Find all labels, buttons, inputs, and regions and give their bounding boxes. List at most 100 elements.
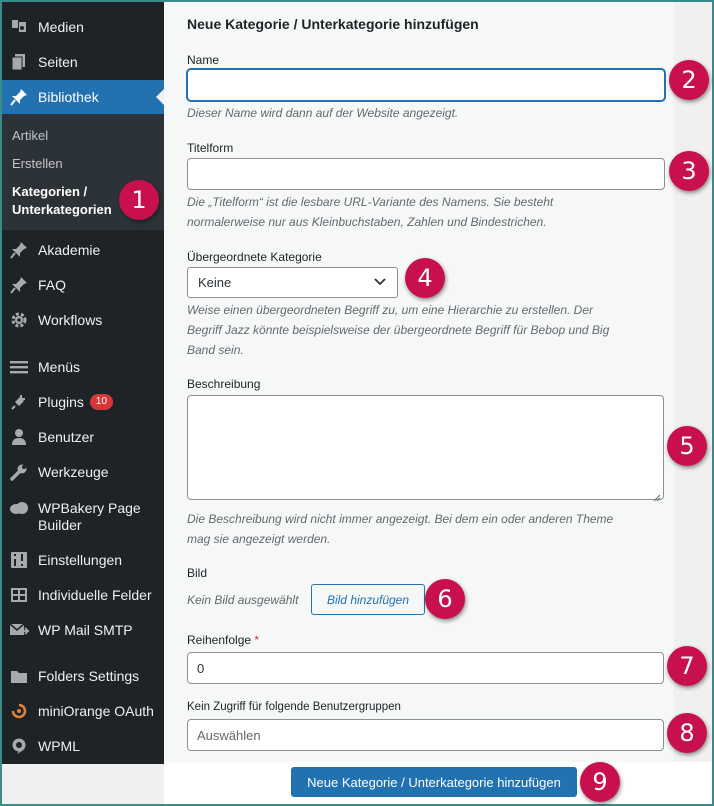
description-textarea[interactable]	[187, 395, 664, 502]
required-marker: *	[254, 633, 260, 647]
parent-category-select[interactable]: Keine	[187, 267, 398, 298]
folder-icon	[9, 666, 29, 686]
form-title: Neue Kategorie / Unterkategorie hinzufüg…	[187, 16, 479, 32]
description-label: Beschreibung	[187, 377, 261, 391]
sidebar-item-label: Benutzer	[38, 428, 95, 445]
pin-icon	[9, 240, 29, 260]
sidebar-item-label: Workflows	[38, 311, 103, 328]
callout-badge-7: 7	[667, 646, 707, 686]
sidebar-item-einstellungen[interactable]: Einstellungen	[2, 543, 164, 577]
slug-description-line: normalerweise nur aus Kleinbuchstaben, Z…	[187, 215, 547, 229]
sidebar-item-label: Bibliothek	[38, 88, 99, 105]
sidebar-item-menues[interactable]: Menüs	[2, 350, 164, 384]
sidebar-item-label: Menüs	[38, 358, 81, 375]
wrench-icon	[9, 462, 29, 482]
sidebar-item-label: WPBakery Page Builder	[38, 500, 141, 534]
order-input[interactable]: 0	[187, 652, 664, 684]
pin-icon	[9, 275, 29, 295]
order-label: Reihenfolge *	[187, 633, 259, 647]
miniorange-icon	[9, 701, 29, 721]
sidebar-item-werkzeuge[interactable]: Werkzeuge	[2, 455, 164, 489]
sidebar-item-folders-settings[interactable]: Folders Settings	[2, 659, 164, 693]
sidebar-item-miniorange-oauth[interactable]: miniOrange OAuth	[2, 694, 164, 728]
description-help: Die Beschreibung wird nicht immer angeze…	[187, 509, 665, 549]
add-category-submit-button[interactable]: Neue Kategorie / Unterkategorie hinzufüg…	[291, 767, 577, 797]
sidebar-item-seiten[interactable]: Seiten	[2, 45, 164, 79]
plugin-icon	[9, 392, 29, 412]
pages-icon	[9, 52, 29, 72]
image-status: Kein Bild ausgewählt	[187, 593, 299, 607]
parent-selected-value: Keine	[198, 275, 232, 290]
callout-badge-2: 2	[669, 60, 709, 100]
sidebar-item-wp-mail-smtp[interactable]: WP Mail SMTP	[2, 613, 164, 647]
sidebar-item-label: Werkzeuge	[38, 463, 109, 480]
sidebar-item-label: FAQ	[38, 276, 67, 293]
slug-input[interactable]	[187, 158, 665, 190]
submenu-item-artikel[interactable]: Artikel	[12, 128, 48, 143]
sidebar-item-label: WPML	[38, 737, 80, 754]
fields-icon	[9, 585, 29, 605]
callout-badge-5: 5	[667, 426, 707, 466]
slug-label: Titelform	[187, 141, 234, 155]
access-placeholder: Auswählen	[197, 727, 261, 743]
sidebar-item-wpbakery[interactable]: WPBakery Page Builder	[2, 498, 164, 538]
sidebar-item-label: WP Mail SMTP	[38, 621, 133, 638]
submenu-label-line: Unterkategorien	[12, 202, 112, 217]
add-image-button[interactable]: Bild hinzufügen	[311, 584, 425, 615]
pin-icon	[9, 87, 29, 107]
cloud-icon	[9, 498, 29, 518]
sidebar-item-label: Akademie	[38, 241, 101, 258]
wpml-icon	[9, 736, 29, 756]
callout-badge-1: 1	[119, 180, 159, 220]
sidebar-item-label: miniOrange OAuth	[38, 702, 154, 719]
sidebar-item-wpml[interactable]: WPML	[2, 729, 164, 763]
sidebar-item-label: Plugins	[38, 393, 84, 410]
callout-badge-9: 9	[580, 762, 620, 802]
resize-grip-icon[interactable]	[653, 489, 661, 502]
callout-badge-8: 8	[667, 713, 707, 753]
slug-description-line: Die „Titelform“ ist die lesbare URL-Vari…	[187, 195, 554, 209]
parent-description: Weise einen übergeordneten Begriff zu, u…	[187, 300, 665, 360]
parent-description-line: Weise einen übergeordneten Begriff zu, u…	[187, 303, 593, 317]
sidebar-item-label: Medien	[38, 18, 84, 35]
submenu-item-erstellen[interactable]: Erstellen	[12, 156, 63, 171]
order-label-text: Reihenfolge	[187, 633, 252, 647]
sidebar-item-plugins[interactable]: Plugins 10	[2, 385, 164, 419]
callout-badge-4: 4	[405, 258, 445, 298]
access-groups-select[interactable]: Auswählen	[187, 719, 664, 751]
description-help-line: mag sie angezeigt werden.	[187, 532, 331, 546]
description-help-line: Die Beschreibung wird nicht immer angeze…	[187, 512, 614, 526]
sidebar-label-line: Builder	[38, 517, 82, 533]
sidebar-item-bibliothek[interactable]: Bibliothek	[2, 80, 164, 114]
chevron-down-icon	[373, 275, 387, 290]
submenu-item-kategorien[interactable]: Kategorien / Unterkategorien	[12, 183, 112, 219]
sidebar-item-faq[interactable]: FAQ	[2, 268, 164, 302]
sidebar-item-medien[interactable]: Medien	[2, 10, 164, 44]
settings-sliders-icon	[9, 550, 29, 570]
sidebar-item-individuelle-felder[interactable]: Individuelle Felder	[2, 578, 164, 612]
access-label: Kein Zugriff für folgende Benutzergruppe…	[187, 701, 401, 713]
image-label: Bild	[187, 566, 208, 580]
sidebar-item-workflows[interactable]: Workflows	[2, 303, 164, 337]
sidebar-item-label: Individuelle Felder	[38, 586, 152, 603]
sidebar-label-line: WPBakery Page	[38, 500, 141, 516]
active-indicator-arrow	[156, 89, 164, 105]
plugin-update-badge: 10	[89, 394, 114, 410]
gear-icon	[9, 310, 29, 330]
parent-label: Übergeordnete Kategorie	[187, 250, 322, 264]
media-icon	[9, 17, 29, 37]
user-icon	[9, 427, 29, 447]
submenu-label-line: Kategorien /	[12, 184, 88, 199]
parent-description-line: Band sein.	[187, 343, 244, 357]
mail-icon	[9, 620, 29, 640]
parent-description-line: Begriff Jazz könnte beispielsweise der ü…	[187, 323, 610, 337]
callout-badge-3: 3	[669, 151, 709, 191]
admin-sidebar: Medien Seiten Bibliothek Artikel Erstell…	[2, 2, 164, 764]
name-label: Name	[187, 53, 220, 67]
sidebar-item-akademie[interactable]: Akademie	[2, 233, 164, 267]
callout-badge-6: 6	[425, 579, 465, 619]
sidebar-item-label: Einstellungen	[38, 551, 123, 568]
name-input[interactable]	[187, 69, 665, 101]
sidebar-item-benutzer[interactable]: Benutzer	[2, 420, 164, 454]
name-description: Dieser Name wird dann auf der Website an…	[187, 106, 459, 120]
